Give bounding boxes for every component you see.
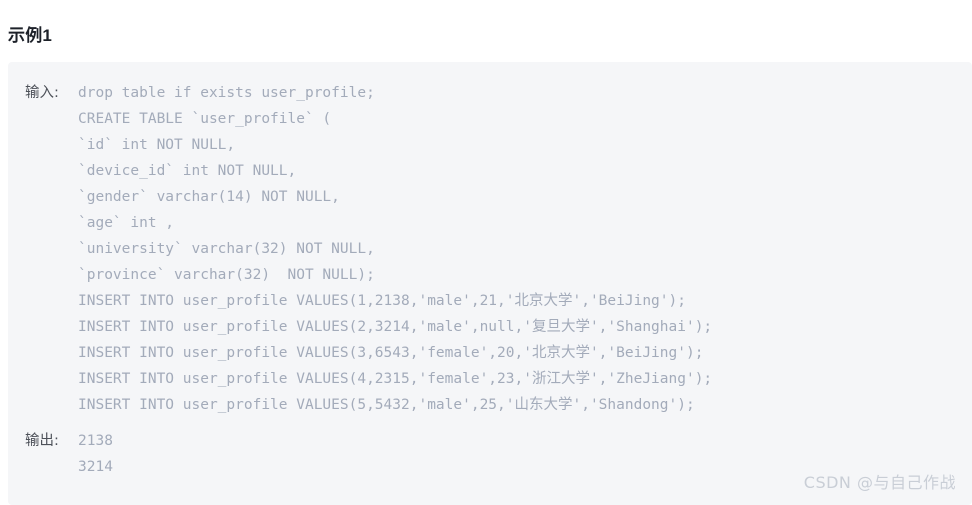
code-text: INSERT INTO user_profile VALUES(1,2138,'… xyxy=(78,293,686,309)
indent-spacer: 输入: xyxy=(25,184,78,210)
code-text: INSERT INTO user_profile VALUES(3,6543,'… xyxy=(78,345,704,361)
indent-spacer: 输入: xyxy=(25,210,78,236)
code-text: `device_id` int NOT NULL, xyxy=(78,163,297,179)
code-line: 输入:`age` int , xyxy=(8,210,972,236)
code-content: 输入:drop table if exists user_profile; 输入… xyxy=(8,62,972,480)
indent-spacer: 输出: xyxy=(25,454,78,480)
code-text: `university` varchar(32) NOT NULL, xyxy=(78,241,375,257)
code-text: `gender` varchar(14) NOT NULL, xyxy=(78,189,340,205)
input-group: 输入:drop table if exists user_profile; 输入… xyxy=(8,80,972,418)
code-text: `province` varchar(32) NOT NULL); xyxy=(78,267,375,283)
code-line: 输入:`province` varchar(32) NOT NULL); xyxy=(8,262,972,288)
code-line: 输出: 2138 xyxy=(8,428,972,454)
indent-spacer: 输入: xyxy=(25,340,78,366)
output-label: 输出: xyxy=(25,433,59,449)
code-text: 3214 xyxy=(78,459,113,475)
code-line: 输入:`university` varchar(32) NOT NULL, xyxy=(8,236,972,262)
code-text: drop table if exists user_profile; xyxy=(78,85,375,101)
indent-spacer: 输入: xyxy=(25,288,78,314)
example-code-block: 输入:drop table if exists user_profile; 输入… xyxy=(8,62,972,505)
code-text: `id` int NOT NULL, xyxy=(78,137,236,153)
code-text: INSERT INTO user_profile VALUES(4,2315,'… xyxy=(78,371,713,387)
indent-spacer: 输入: xyxy=(25,132,78,158)
code-line: 输入:CREATE TABLE `user_profile` ( xyxy=(8,106,972,132)
indent-spacer: 输入: xyxy=(25,236,78,262)
code-text: INSERT INTO user_profile VALUES(5,5432,'… xyxy=(78,397,695,413)
code-text: INSERT INTO user_profile VALUES(2,3214,'… xyxy=(78,319,713,335)
code-line: 输入: drop table if exists user_profile; xyxy=(8,80,972,106)
section-separator xyxy=(8,418,972,428)
code-line: 输入:INSERT INTO user_profile VALUES(4,231… xyxy=(8,366,972,392)
code-line: 输入:INSERT INTO user_profile VALUES(5,543… xyxy=(8,392,972,418)
indent-spacer: 输入: xyxy=(25,314,78,340)
code-line: 输入:INSERT INTO user_profile VALUES(1,213… xyxy=(8,288,972,314)
code-text: 2138 xyxy=(78,433,113,449)
page-title: 示例1 xyxy=(8,26,53,45)
indent-spacer: 输入: xyxy=(25,366,78,392)
code-text: CREATE TABLE `user_profile` ( xyxy=(78,111,332,127)
code-line: 输入:`id` int NOT NULL, xyxy=(8,132,972,158)
code-text: `age` int , xyxy=(78,215,175,231)
code-line: 输入:INSERT INTO user_profile VALUES(2,321… xyxy=(8,314,972,340)
input-label: 输入: xyxy=(25,85,59,101)
indent-spacer: 输入: xyxy=(25,158,78,184)
indent-spacer: 输入: xyxy=(25,262,78,288)
csdn-watermark: CSDN @与自己作战 xyxy=(803,473,956,492)
code-line: 输入:`gender` varchar(14) NOT NULL, xyxy=(8,184,972,210)
indent-spacer: 输入: xyxy=(25,106,78,132)
indent-spacer: 输入: xyxy=(25,392,78,418)
code-line: 输入:`device_id` int NOT NULL, xyxy=(8,158,972,184)
code-line: 输入:INSERT INTO user_profile VALUES(3,654… xyxy=(8,340,972,366)
document-page: 示例1 输入: drop table if exists user_profile… xyxy=(0,0,972,505)
